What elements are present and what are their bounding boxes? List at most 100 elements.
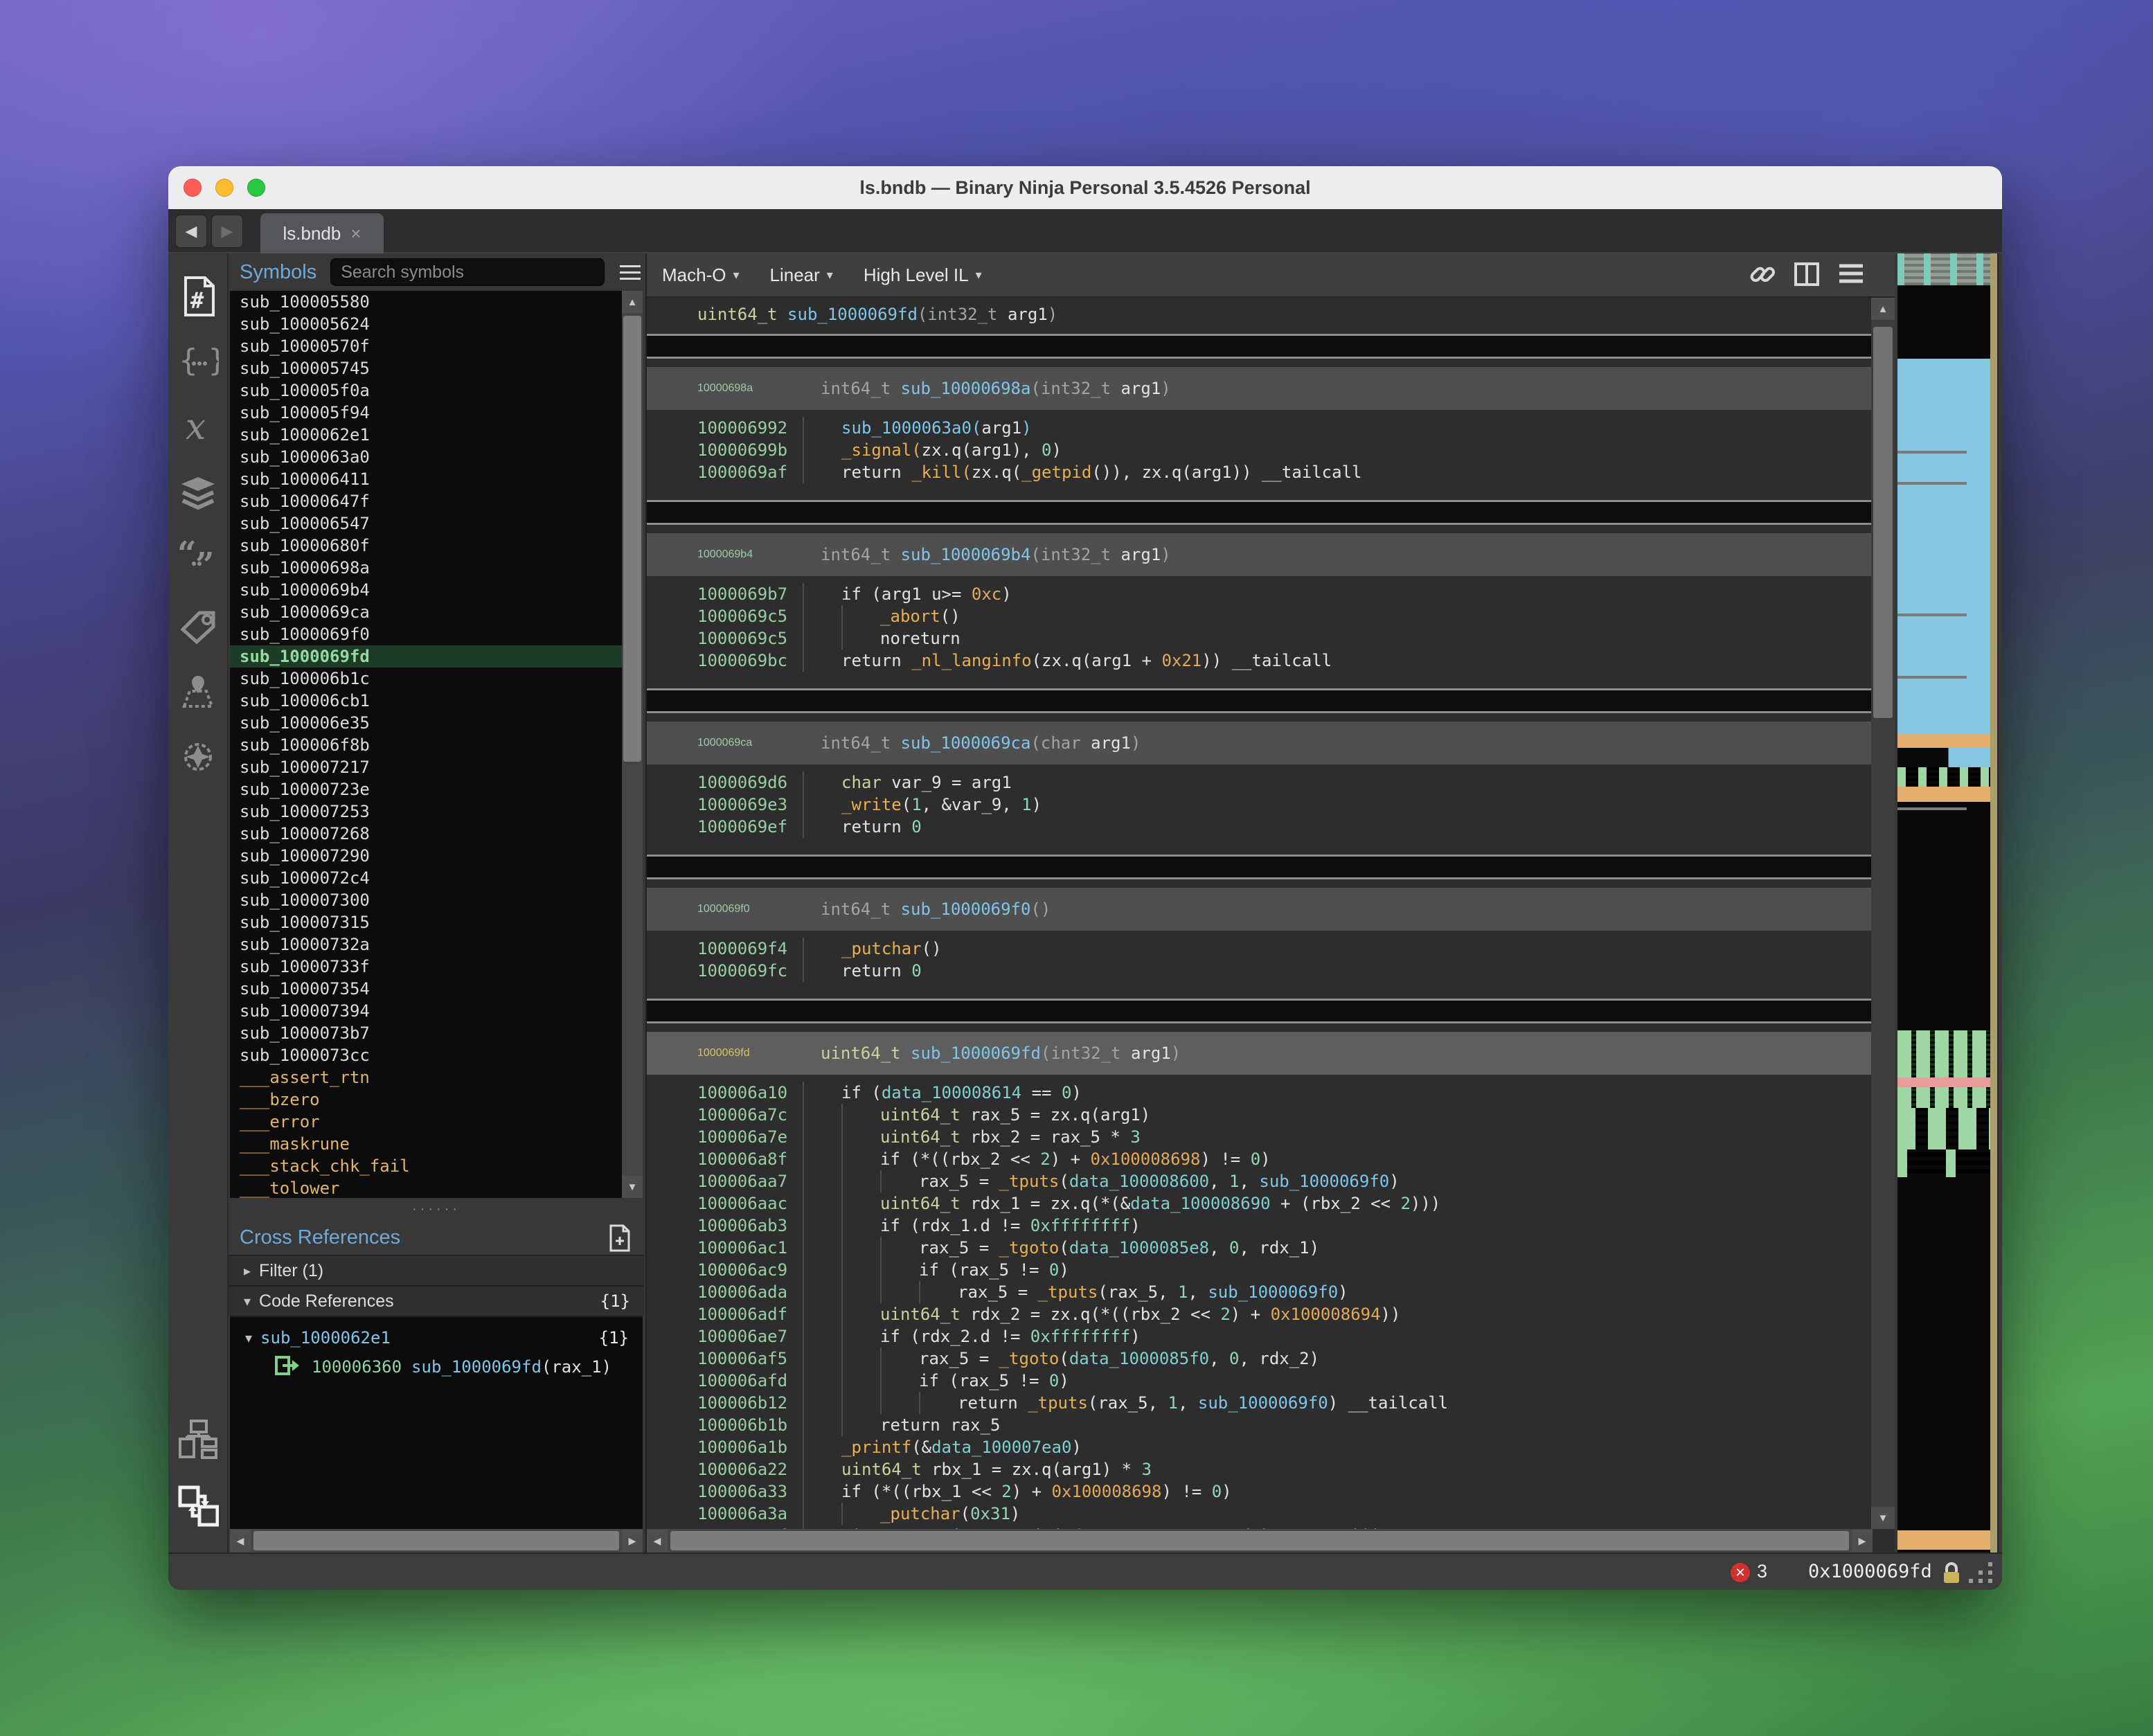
symbol-list-item[interactable]: sub_1000069ca (230, 601, 643, 623)
function-header[interactable]: 1000069fduint64_t sub_1000069fd(int32_t … (647, 1032, 1873, 1075)
mini-graph-icon[interactable] (177, 1407, 219, 1473)
symbol-list-item[interactable]: sub_100007253 (230, 800, 643, 823)
decompiler-code-view[interactable]: uint64_t sub_1000069fd(int32_t arg1) 1000… (647, 298, 1873, 1529)
symbol-list-item[interactable]: ___stack_chk_fail (230, 1155, 643, 1177)
code-line[interactable]: 100006afdif (rax_5 != 0) (647, 1370, 1873, 1392)
code-line[interactable]: 1000069c5_abort() (647, 605, 1873, 627)
symbol-list-item[interactable]: sub_10000570f (230, 335, 643, 357)
memory-map-icon[interactable] (177, 658, 219, 724)
tab-close-icon[interactable]: × (350, 223, 361, 244)
minimize-window-button[interactable] (215, 179, 233, 197)
scroll-right-icon[interactable]: ▶ (1852, 1530, 1873, 1552)
xref-function-row[interactable]: ▾ sub_1000062e1 {1} (230, 1323, 643, 1353)
function-header[interactable]: 1000069caint64_t sub_1000069ca(char arg1… (647, 722, 1873, 764)
maximize-window-button[interactable] (247, 179, 265, 197)
code-line[interactable]: 1000069c5noreturn (647, 627, 1873, 650)
scroll-left-icon[interactable]: ◀ (230, 1530, 251, 1552)
code-line[interactable]: 100006a1b_printf(&data_100007ea0) (647, 1436, 1873, 1458)
xref-filter-row[interactable]: ▸ Filter (1) (229, 1255, 644, 1285)
symbol-list-item[interactable]: sub_100006411 (230, 468, 643, 490)
code-line[interactable]: 100006a7cuint64_t rax_5 = zx.q(arg1) (647, 1104, 1873, 1126)
symbol-list-item[interactable]: ___bzero (230, 1089, 643, 1111)
binary-format-dropdown[interactable]: Mach-O (662, 265, 740, 286)
forward-button[interactable]: ▶ (211, 215, 243, 248)
code-line[interactable]: 100006a22uint64_t rbx_1 = zx.q(arg1) * 3 (647, 1458, 1873, 1480)
function-header[interactable]: 1000069f0int64_t sub_1000069f0() (647, 888, 1873, 931)
code-line[interactable]: 100006adfuint64_t rdx_2 = zx.q(*((rbx_2 … (647, 1303, 1873, 1325)
symbol-list-item[interactable]: sub_10000732a (230, 933, 643, 956)
symbol-list-item[interactable]: sub_1000069fd (230, 645, 643, 668)
code-line[interactable]: 100006ac9if (rax_5 != 0) (647, 1259, 1873, 1281)
symbol-list-item[interactable]: sub_100007394 (230, 1000, 643, 1022)
code-horizontal-scrollbar[interactable]: ◀ ▶ (647, 1529, 1873, 1552)
function-header[interactable]: 1000069b4int64_t sub_1000069b4(int32_t a… (647, 533, 1873, 576)
view-layout-dropdown[interactable]: Linear (770, 265, 833, 286)
symbol-list-item[interactable]: sub_100006547 (230, 512, 643, 535)
stack-layers-icon[interactable] (177, 460, 219, 526)
code-line[interactable]: 100006a7euint64_t rbx_2 = rax_5 * 3 (647, 1126, 1873, 1148)
code-line[interactable]: 100006a33if (*((rbx_1 << 2) + 0x10000869… (647, 1480, 1873, 1503)
code-line[interactable]: 1000069efreturn 0 (647, 816, 1873, 838)
symbol-list-item[interactable]: sub_1000062e1 (230, 424, 643, 446)
code-line[interactable]: 100006adarax_5 = _tputs(rax_5, 1, sub_10… (647, 1281, 1873, 1303)
back-button[interactable]: ◀ (175, 215, 207, 248)
symbol-list-item[interactable]: sub_10000733f (230, 956, 643, 978)
symbol-list-item[interactable]: sub_1000069f0 (230, 623, 643, 645)
scroll-down-icon[interactable]: ▼ (1871, 1507, 1895, 1529)
code-line[interactable]: 100006ab3if (rdx_1.d != 0xffffffff) (647, 1215, 1873, 1237)
code-line[interactable]: 100006b1breturn rax_5 (647, 1414, 1873, 1436)
symbol-list-item[interactable]: sub_100007268 (230, 823, 643, 845)
sidebar-horizontal-scrollbar[interactable]: ◀ ▶ (230, 1529, 643, 1552)
code-line[interactable]: 100006a8fif (*((rbx_2 << 2) + 0x10000869… (647, 1148, 1873, 1170)
code-line[interactable]: 10000699b_signal(zx.q(arg1), 0) (647, 439, 1873, 461)
symbol-list-item[interactable]: sub_1000073cc (230, 1044, 643, 1066)
code-line[interactable]: 100006a10if (data_100008614 == 0) (647, 1082, 1873, 1104)
code-line[interactable]: 100006a3a_putchar(0x31) (647, 1503, 1873, 1525)
code-line[interactable]: 1000069afreturn _kill(zx.q(_getpid()), z… (647, 461, 1873, 483)
symbol-list-item[interactable]: sub_1000073b7 (230, 1022, 643, 1044)
symbol-list-item[interactable]: sub_100006e35 (230, 712, 643, 734)
title-bar[interactable]: ls.bndb — Binary Ninja Personal 3.5.4526… (168, 166, 2002, 209)
compass-icon[interactable] (177, 724, 219, 789)
symbol-list-item[interactable]: sub_100007290 (230, 845, 643, 867)
code-hscrollbar-thumb[interactable] (670, 1531, 1849, 1550)
symbols-panel-icon[interactable]: # (177, 263, 219, 329)
panel-splitter-handle[interactable]: ······ (229, 1198, 644, 1220)
close-window-button[interactable] (184, 179, 202, 197)
search-symbols-input[interactable] (330, 258, 605, 286)
tags-icon[interactable] (177, 592, 219, 658)
symbol-list-item[interactable]: ___assert_rtn (230, 1066, 643, 1089)
scroll-right-icon[interactable]: ▶ (622, 1530, 643, 1552)
function-header[interactable]: 10000698aint64_t sub_10000698a(int32_t a… (647, 367, 1873, 410)
symbol-list-item[interactable]: sub_100007217 (230, 756, 643, 778)
feature-map[interactable] (1897, 253, 1999, 1552)
split-view-icon[interactable] (1794, 261, 1820, 291)
tab-ls-bndb[interactable]: ls.bndb × (260, 213, 384, 253)
symbol-list-item[interactable]: ___maskrune (230, 1133, 643, 1155)
view-options-menu-icon[interactable] (1838, 263, 1864, 289)
code-line[interactable]: uint64_t sub_1000069fd(int32_t arg1) (647, 303, 1873, 325)
code-line[interactable]: 1000069e3_write(1, &var_9, 1) (647, 794, 1873, 816)
types-icon[interactable]: {} (177, 329, 219, 395)
code-line[interactable]: 100006992sub_1000063a0(arg1) (647, 417, 1873, 439)
symbol-list-item[interactable]: sub_10000723e (230, 778, 643, 800)
code-line[interactable]: 1000069d6char var_9 = arg1 (647, 771, 1873, 794)
symbols-menu-icon[interactable] (620, 265, 641, 267)
code-vertical-scrollbar[interactable]: ▲ ▼ (1871, 298, 1895, 1529)
symbol-list-item[interactable]: sub_1000063a0 (230, 446, 643, 468)
symbol-list-item[interactable]: sub_10000647f (230, 490, 643, 512)
code-references-row[interactable]: ▾ Code References {1} (229, 1285, 644, 1316)
code-line[interactable]: 1000069f4_putchar() (647, 938, 1873, 960)
symbol-list-item[interactable]: sub_1000069b4 (230, 579, 643, 601)
lock-icon[interactable] (1938, 1559, 1965, 1589)
il-level-dropdown[interactable]: High Level IL (864, 265, 982, 286)
symbol-list-item[interactable]: ___error (230, 1111, 643, 1133)
symbol-list-item[interactable]: sub_1000072c4 (230, 867, 643, 889)
xref-entry-row[interactable]: 100006360 sub_1000069fd(rax_1) (230, 1353, 643, 1381)
symbol-list-item[interactable]: sub_100005f0a (230, 379, 643, 402)
new-pane-icon[interactable] (607, 1224, 633, 1255)
code-line[interactable]: 100006b12return _tputs(rax_5, 1, sub_100… (647, 1392, 1873, 1414)
sidebar-hscrollbar-thumb[interactable] (253, 1531, 619, 1550)
code-line[interactable]: 1000069bcreturn _nl_langinfo(zx.q(arg1 +… (647, 650, 1873, 672)
symbol-list-item[interactable]: sub_100007300 (230, 889, 643, 911)
